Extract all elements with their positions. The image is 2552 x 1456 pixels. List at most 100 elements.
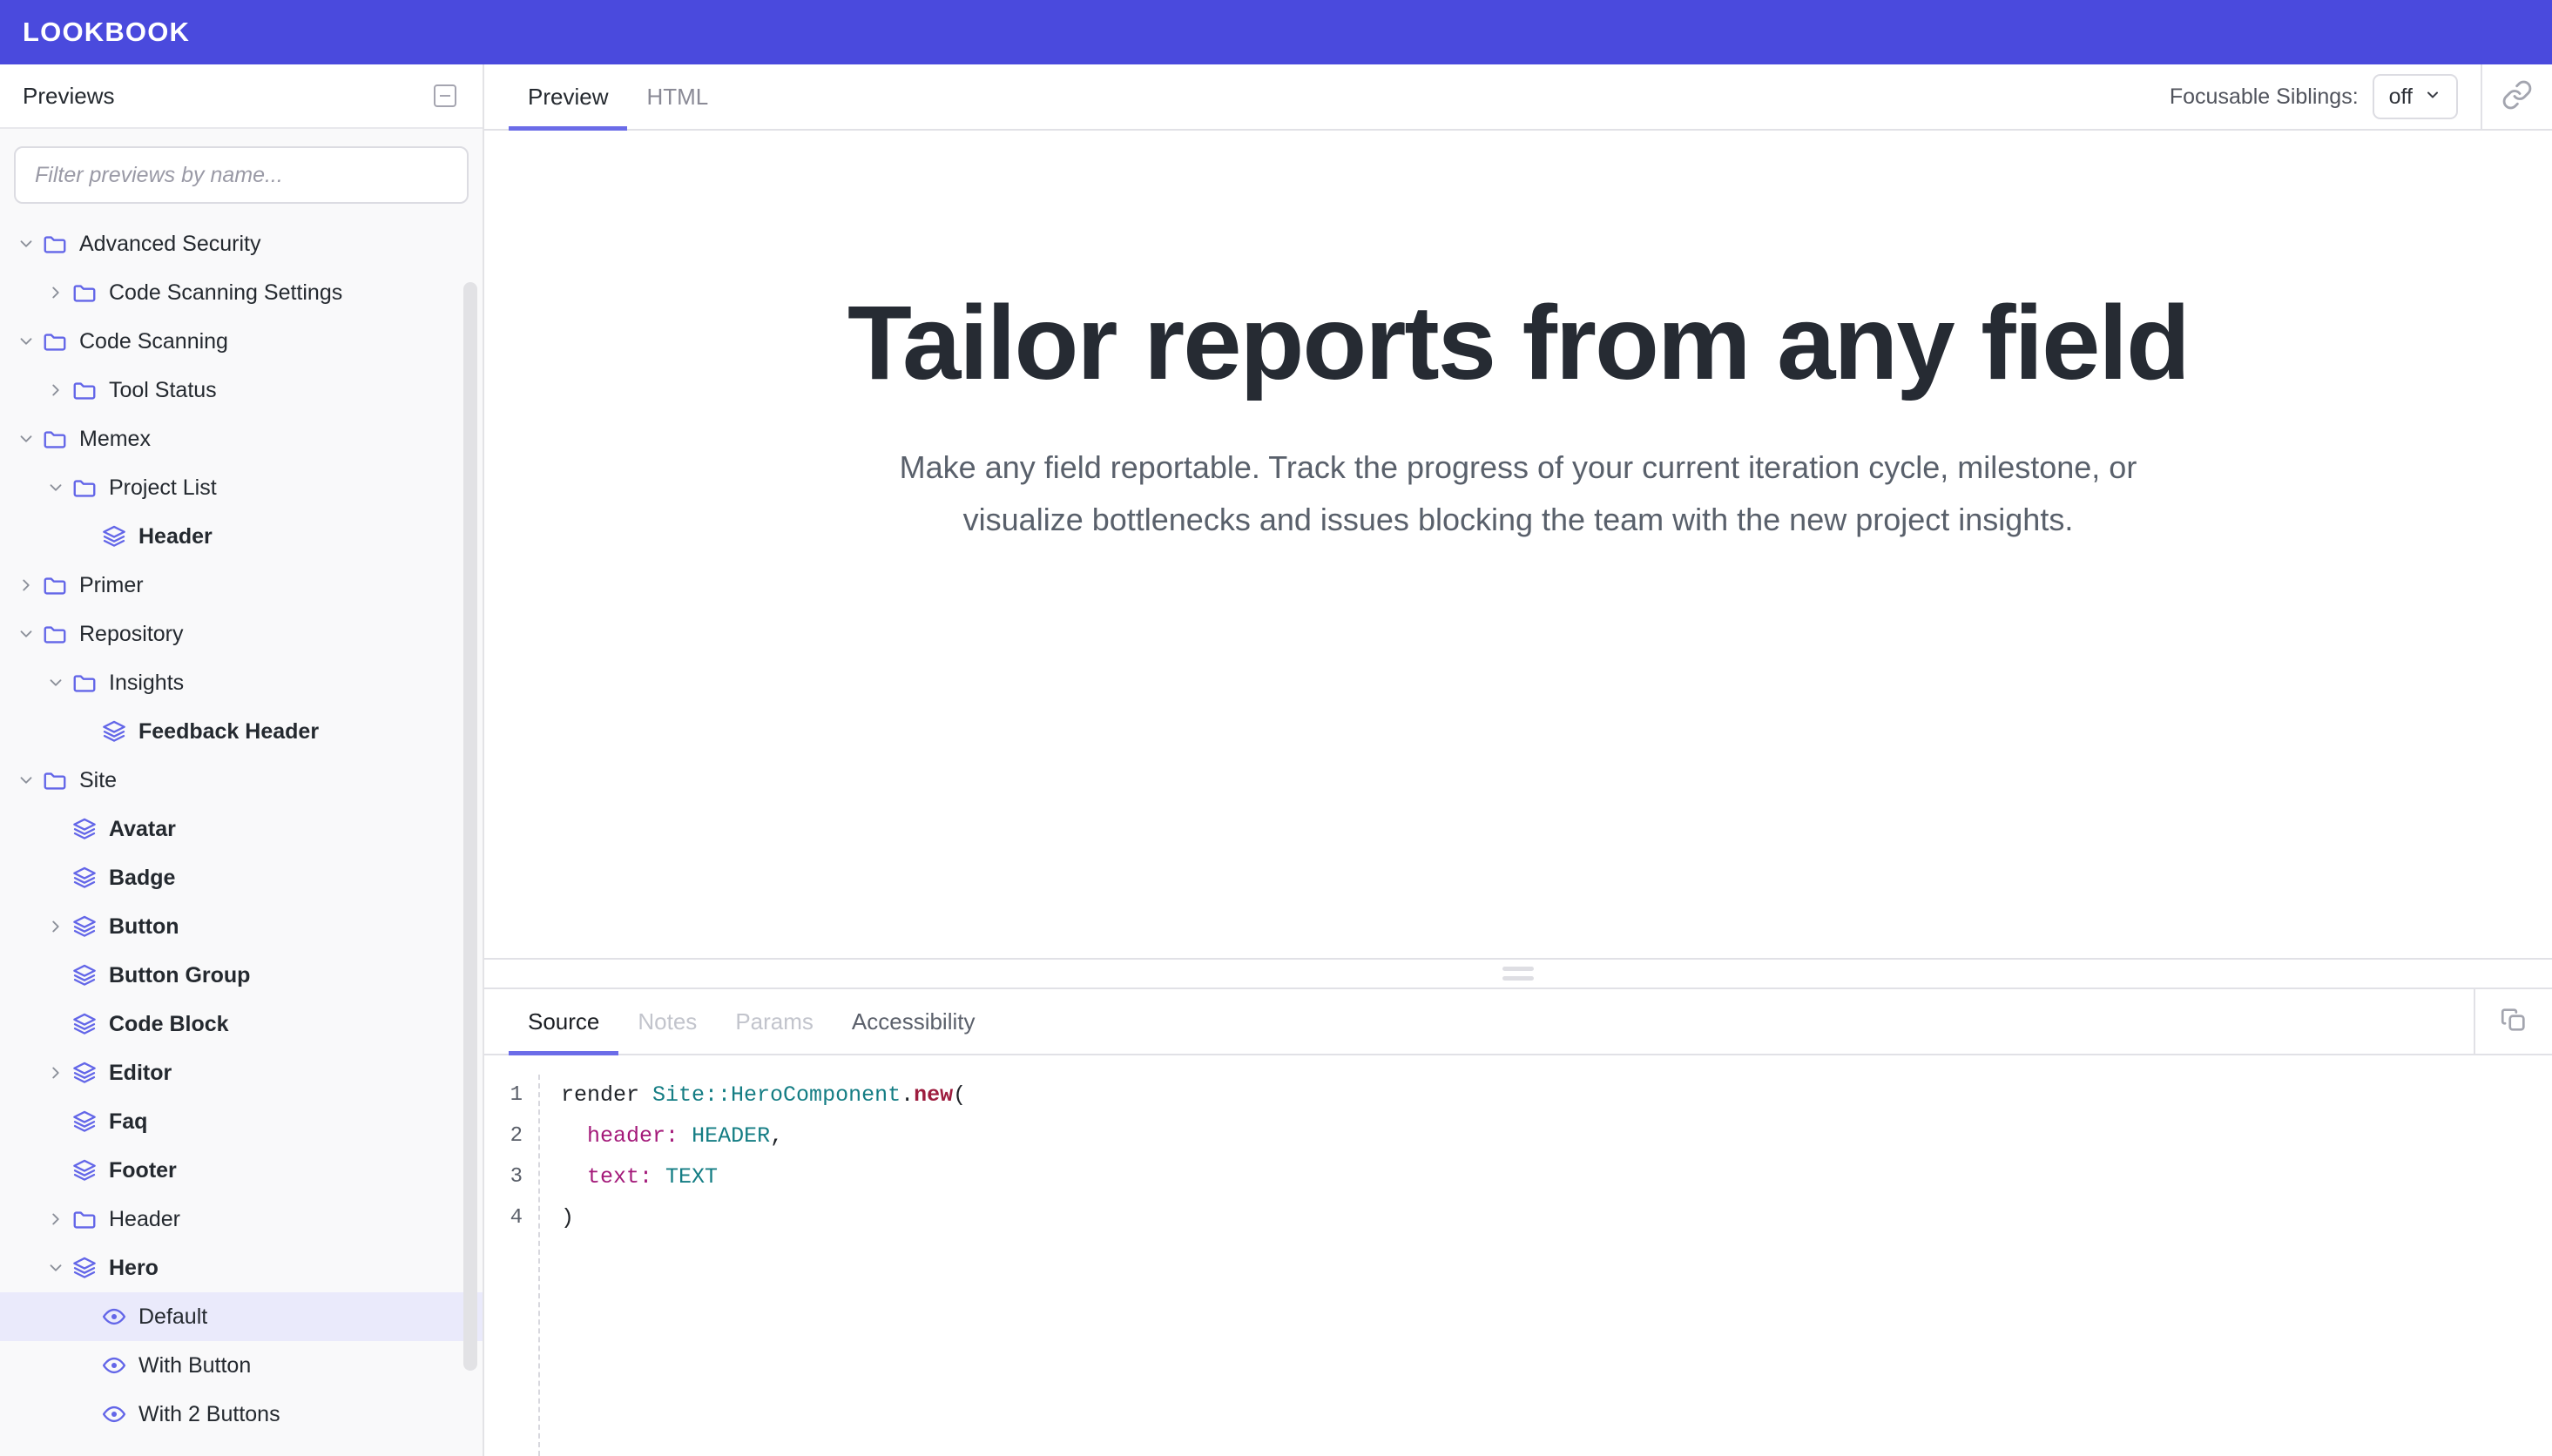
folder-icon [42, 572, 68, 598]
preview-toolbar: Preview HTML Focusable Siblings: off [484, 64, 2552, 131]
code-token-const: Site::HeroComponent [652, 1082, 901, 1108]
tree-item-label: Code Scanning [79, 328, 228, 354]
tree-item-avatar[interactable]: Avatar [0, 805, 483, 853]
tree-item-label: Editor [109, 1060, 172, 1085]
inspector-tab-notes[interactable]: Notes [618, 989, 716, 1054]
chevron-right-icon[interactable] [44, 378, 68, 402]
focusable-siblings-value: off [2388, 84, 2413, 109]
code-line: text: TEXT [561, 1156, 2552, 1197]
folder-icon [42, 621, 68, 647]
link-icon [2501, 79, 2533, 115]
code-line: ) [561, 1197, 2552, 1238]
focusable-siblings-label: Focusable Siblings: [2169, 84, 2359, 109]
preview-tree: Advanced Security Code Scanning Settings C… [0, 216, 483, 1456]
chevron-down-icon[interactable] [14, 232, 38, 256]
folder-icon [42, 328, 68, 354]
chevron-right-icon[interactable] [14, 573, 38, 597]
tab-preview[interactable]: Preview [509, 64, 628, 131]
chevron-right-icon[interactable] [44, 914, 68, 939]
inspector-tab-source[interactable]: Source [509, 989, 619, 1055]
tree-item-label: Header [109, 1206, 180, 1231]
chevron-down-icon[interactable] [14, 427, 38, 451]
tree-item-default[interactable]: Default [0, 1292, 483, 1341]
tree-item-project-list[interactable]: Project List [0, 463, 483, 512]
app-header: LOOKBOOK [0, 0, 2552, 64]
tree-item-memex[interactable]: Memex [0, 415, 483, 463]
drag-grip-icon [1502, 967, 1534, 981]
line-number-gutter: 1 2 3 4 [484, 1075, 540, 1456]
tree-item-label: Site [79, 767, 118, 792]
tree-item-label: Footer [109, 1157, 177, 1183]
preview-stage: Tailor reports from any field Make any f… [484, 131, 2552, 960]
chevron-down-icon[interactable] [44, 671, 68, 695]
copy-source-button[interactable] [2474, 989, 2552, 1054]
tree-item-faq[interactable]: Faq [0, 1097, 483, 1146]
tree-chevron-spacer [73, 1353, 98, 1378]
chevron-down-icon[interactable] [44, 1256, 68, 1280]
tree-item-code-scanning[interactable]: Code Scanning [0, 317, 483, 366]
tree-item-repository[interactable]: Repository [0, 610, 483, 658]
inspector-panel: Source Notes Params Accessibility 1 2 3 4 rend… [484, 989, 2552, 1456]
layers-icon [71, 913, 98, 940]
panel-resize-handle[interactable] [484, 960, 2552, 989]
tree-item-header[interactable]: Header [0, 1195, 483, 1244]
chevron-right-icon[interactable] [44, 1207, 68, 1231]
layers-icon [71, 962, 98, 988]
chevron-right-icon[interactable] [44, 1061, 68, 1085]
hero-component: Tailor reports from any field Make any f… [621, 286, 2415, 546]
tree-item-tool-status[interactable]: Tool Status [0, 366, 483, 415]
inspector-tabbar: Source Notes Params Accessibility [484, 989, 2552, 1055]
tree-chevron-spacer [44, 1012, 68, 1036]
chevron-down-icon[interactable] [14, 768, 38, 792]
code-line: render Site::HeroComponent.new( [561, 1075, 2552, 1116]
folder-icon [42, 767, 68, 793]
tree-item-footer[interactable]: Footer [0, 1146, 483, 1195]
inspector-tab-params[interactable]: Params [716, 989, 833, 1054]
folder-icon [42, 426, 68, 452]
inspector-tab-accessibility[interactable]: Accessibility [833, 989, 995, 1054]
tree-item-feedback-header[interactable]: Feedback Header [0, 707, 483, 756]
sidebar-header: Previews [0, 64, 483, 129]
tree-item-primer[interactable]: Primer [0, 561, 483, 610]
layers-icon [101, 718, 127, 745]
chevron-down-icon[interactable] [14, 329, 38, 354]
layers-icon [71, 1060, 98, 1086]
tree-item-advanced-security[interactable]: Advanced Security [0, 219, 483, 268]
code-content[interactable]: render Site::HeroComponent.new( header: … [540, 1075, 2552, 1456]
focusable-siblings-select[interactable]: off [2372, 74, 2458, 119]
tree-item-site[interactable]: Site [0, 756, 483, 805]
search-input[interactable] [14, 146, 469, 204]
tree-item-hero[interactable]: Hero [0, 1244, 483, 1292]
tree-item-button[interactable]: Button [0, 902, 483, 951]
tree-chevron-spacer [44, 1158, 68, 1183]
tree-item-label: Advanced Security [79, 231, 261, 256]
focusable-siblings-control: Focusable Siblings: off [2170, 64, 2481, 129]
tree-item-header[interactable]: Header [0, 512, 483, 561]
tree-item-with-2-buttons[interactable]: With 2 Buttons [0, 1390, 483, 1439]
layers-icon [71, 816, 98, 842]
app-logo: LOOKBOOK [23, 17, 191, 47]
chevron-down-icon[interactable] [14, 622, 38, 646]
tree-item-badge[interactable]: Badge [0, 853, 483, 902]
sidebar-scrollbar[interactable] [463, 282, 477, 1371]
tree-item-label: Code Scanning Settings [109, 280, 343, 305]
code-line: header: HEADER, [561, 1116, 2552, 1156]
code-token-key: text: [587, 1164, 653, 1190]
copy-link-button[interactable] [2481, 64, 2552, 129]
tab-html[interactable]: HTML [627, 64, 727, 129]
tree-chevron-spacer [44, 866, 68, 890]
tree-item-code-block[interactable]: Code Block [0, 1000, 483, 1048]
tree-item-editor[interactable]: Editor [0, 1048, 483, 1097]
tree-item-insights[interactable]: Insights [0, 658, 483, 707]
filter-container [0, 129, 483, 216]
chevron-down-icon[interactable] [44, 475, 68, 500]
tree-item-label: Button [109, 913, 179, 939]
collapse-all-icon[interactable] [434, 84, 456, 107]
tree-chevron-spacer [73, 524, 98, 549]
tree-item-button-group[interactable]: Button Group [0, 951, 483, 1000]
tree-item-code-scanning-settings[interactable]: Code Scanning Settings [0, 268, 483, 317]
tree-item-with-button[interactable]: With Button [0, 1341, 483, 1390]
chevron-right-icon[interactable] [44, 280, 68, 305]
